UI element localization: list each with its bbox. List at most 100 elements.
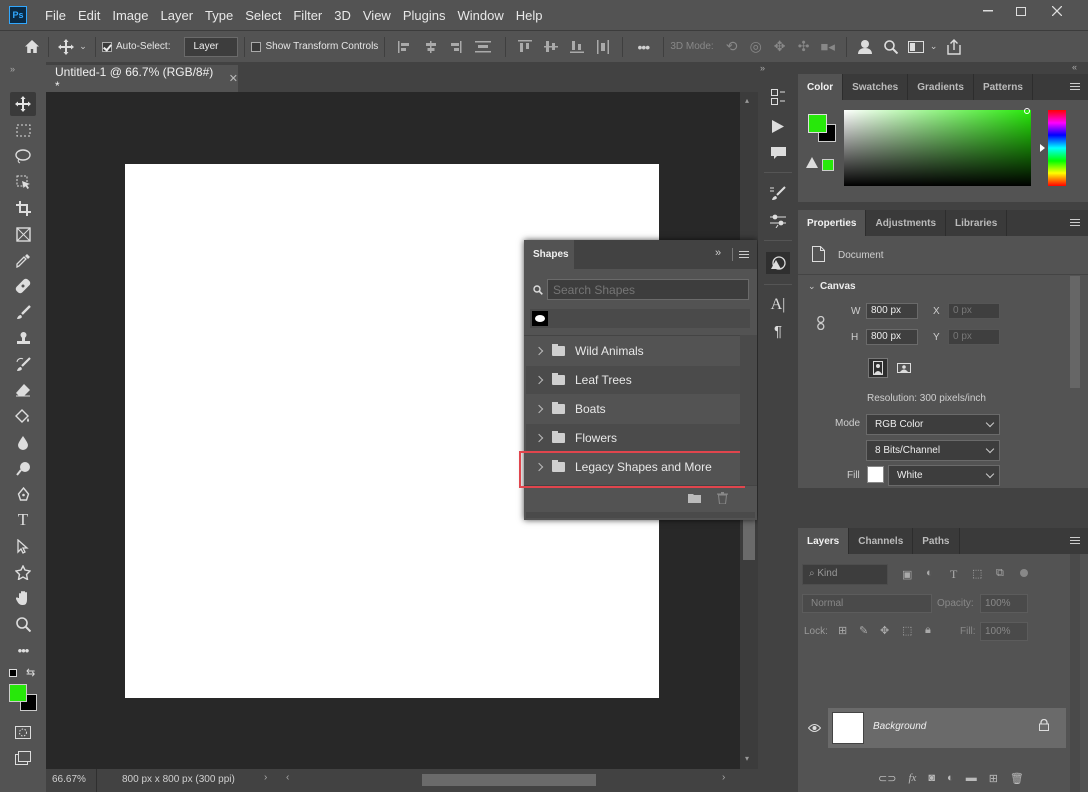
recent-shape-thumbnail[interactable] xyxy=(532,311,548,326)
gamut-swatch[interactable] xyxy=(822,159,834,171)
hue-slider[interactable] xyxy=(1048,110,1066,186)
tab-color[interactable]: Color xyxy=(798,74,844,100)
3d-roll-icon[interactable]: ◎ xyxy=(744,38,768,55)
layer-name[interactable]: Background xyxy=(873,721,926,732)
align-top-icon[interactable] xyxy=(512,40,538,53)
filter-adjustment-icon[interactable]: ◐ xyxy=(926,567,933,579)
custom-shape-tool-button[interactable] xyxy=(10,560,36,584)
shape-group-wild-animals[interactable]: Wild Animals xyxy=(526,337,740,365)
delete-layer-icon[interactable]: 🗑︎ xyxy=(1010,772,1024,785)
search-icon[interactable] xyxy=(879,39,903,54)
scroll-left-icon[interactable]: ‹ xyxy=(286,772,289,783)
transform-controls-checkbox[interactable] xyxy=(251,41,262,52)
resize-handle[interactable] xyxy=(526,512,755,518)
shapes-scrollbar[interactable] xyxy=(740,335,757,485)
paint-bucket-tool-button[interactable] xyxy=(10,404,36,428)
fx-icon[interactable]: fx xyxy=(908,772,916,784)
path-selection-tool-button[interactable] xyxy=(10,534,36,558)
link-layers-icon[interactable]: ⊂⊃ xyxy=(878,772,896,785)
hue-slider-handle[interactable] xyxy=(1040,144,1045,152)
3d-slide-icon[interactable]: ✣ xyxy=(792,38,816,55)
scroll-right-icon[interactable]: › xyxy=(722,772,725,783)
more-options-icon[interactable]: ••• xyxy=(629,39,657,55)
zoom-tool-button[interactable] xyxy=(10,612,36,636)
3d-orbit-icon[interactable]: ⟲ xyxy=(720,38,744,55)
tab-channels[interactable]: Channels xyxy=(849,528,914,554)
layer-lock-icon[interactable] xyxy=(1039,718,1049,734)
marquee-tool-button[interactable] xyxy=(10,118,36,142)
color-field[interactable] xyxy=(844,110,1031,186)
bit-depth-select[interactable]: 8 Bits/Channel xyxy=(866,440,1000,461)
crop-tool-button[interactable] xyxy=(10,196,36,220)
brushes-icon[interactable] xyxy=(766,210,790,232)
lock-pixels-icon[interactable]: ✎ xyxy=(859,624,868,637)
menu-file[interactable]: File xyxy=(39,8,72,23)
filter-kind-select[interactable]: ⌕ Kind xyxy=(802,564,888,585)
shapes-tab[interactable]: Shapes xyxy=(524,240,574,269)
layer-visibility-toggle[interactable] xyxy=(800,708,828,748)
lock-transparency-icon[interactable]: ⊞ xyxy=(838,624,847,637)
add-mask-icon[interactable]: ◙ xyxy=(928,772,935,784)
align-center-icon[interactable] xyxy=(419,40,443,53)
tab-libraries[interactable]: Libraries xyxy=(946,210,1008,236)
tab-patterns[interactable]: Patterns xyxy=(974,74,1033,100)
align-middle-icon[interactable] xyxy=(538,40,564,53)
menu-window[interactable]: Window xyxy=(451,8,509,23)
user-icon[interactable] xyxy=(853,39,879,55)
new-group-icon[interactable]: ▬ xyxy=(966,772,977,784)
filter-shape-icon[interactable]: ⬚ xyxy=(972,567,982,580)
object-selection-tool-button[interactable] xyxy=(10,170,36,194)
collapse-panel-icon[interactable]: » xyxy=(715,247,721,259)
scroll-down-icon[interactable]: ▾ xyxy=(745,754,749,763)
3d-pan-icon[interactable]: ✥ xyxy=(768,38,792,55)
properties-menu-icon[interactable] xyxy=(1070,219,1080,226)
menu-select[interactable]: Select xyxy=(239,8,287,23)
move-tool-button[interactable] xyxy=(10,92,36,116)
fill-select[interactable]: White xyxy=(888,465,1000,486)
menu-3d[interactable]: 3D xyxy=(328,8,357,23)
brush-tool-button[interactable] xyxy=(10,300,36,324)
edit-toolbar-icon[interactable]: ••• xyxy=(10,638,36,662)
delete-icon[interactable] xyxy=(717,492,728,507)
layers-menu-icon[interactable] xyxy=(1070,537,1080,544)
tab-adjustments[interactable]: Adjustments xyxy=(866,210,947,236)
filter-type-icon[interactable]: T xyxy=(950,567,957,582)
quick-mask-icon[interactable] xyxy=(10,720,36,744)
layer-row-background[interactable]: Background xyxy=(828,708,1066,748)
history-icon[interactable] xyxy=(766,86,790,108)
color-panel-menu-icon[interactable] xyxy=(1070,83,1080,90)
brush-settings-icon[interactable] xyxy=(766,182,790,204)
filter-pixel-icon[interactable]: ▣ xyxy=(902,568,912,581)
vertical-scroll-thumb[interactable] xyxy=(743,520,755,560)
blend-mode-select[interactable]: Normal xyxy=(802,594,932,613)
3d-camera-icon[interactable]: ■◂ xyxy=(816,39,840,55)
frame-tool-button[interactable] xyxy=(10,222,36,246)
y-field[interactable]: 0 px xyxy=(948,329,1000,345)
status-menu-icon[interactable]: › xyxy=(264,772,267,783)
menu-edit[interactable]: Edit xyxy=(72,8,106,23)
expand-panels-icon[interactable]: » xyxy=(760,63,765,73)
actions-play-icon[interactable] xyxy=(766,115,790,137)
canvas-chevron-down-icon[interactable]: ⌄ xyxy=(808,281,816,292)
share-icon[interactable] xyxy=(939,38,969,55)
auto-select-dropdown[interactable]: Layer xyxy=(184,36,239,57)
workspace-icon[interactable] xyxy=(903,40,929,53)
distribute-vertical-icon[interactable] xyxy=(590,39,616,54)
menu-view[interactable]: View xyxy=(357,8,397,23)
link-icon[interactable] xyxy=(817,315,825,333)
filter-smart-object-icon[interactable]: ⧉ xyxy=(996,567,1004,580)
zoom-level[interactable]: 66.67% xyxy=(52,774,86,785)
clone-stamp-tool-button[interactable] xyxy=(10,326,36,350)
fill-opacity-field[interactable]: 100% xyxy=(980,622,1028,641)
collapse-icon[interactable]: » xyxy=(10,64,15,74)
scroll-up-icon[interactable]: ▴ xyxy=(745,96,749,105)
color-picker-handle[interactable] xyxy=(1024,108,1030,114)
landscape-orientation-button[interactable] xyxy=(894,358,914,378)
foreground-swatch[interactable] xyxy=(808,114,827,133)
shapes-menu-icon[interactable] xyxy=(739,251,749,258)
shape-group-boats[interactable]: Boats xyxy=(526,395,740,423)
close-tab-icon[interactable]: ✕ xyxy=(229,72,238,85)
move-tool-icon[interactable] xyxy=(55,38,77,55)
healing-brush-tool-button[interactable] xyxy=(10,274,36,298)
menu-image[interactable]: Image xyxy=(106,8,154,23)
